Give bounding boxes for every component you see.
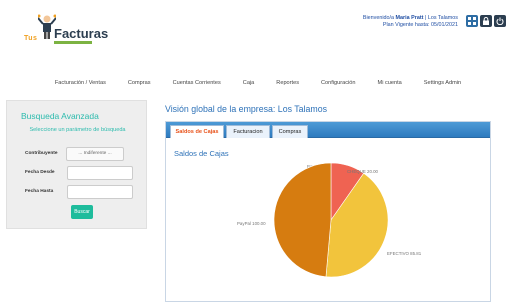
nav-mi-cuenta[interactable]: Mi cuenta — [367, 78, 413, 90]
plan-date: 05/01/2021 — [431, 22, 458, 28]
search-hint: Seleccione un parámetro de búsqueda — [29, 127, 126, 133]
nav-reportes[interactable]: Reportes — [265, 78, 310, 90]
tabs-container: Saldos de Cajas Facturacion Compras Sald… — [165, 121, 491, 302]
power-icon[interactable] — [494, 15, 506, 27]
logo-facturas-text: Facturas — [54, 26, 109, 41]
greeting-text: Bienvenido/a — [362, 15, 395, 21]
main-nav: Facturación / Ventas Compras Cuentas Cor… — [0, 78, 516, 90]
fecha-hasta-input[interactable] — [67, 185, 133, 199]
nav-settings-admin[interactable]: Settings Admin — [413, 78, 472, 90]
pie-slice-paypal[interactable] — [273, 162, 332, 278]
apps-icon[interactable] — [466, 15, 478, 27]
user-info: Bienvenido/a Maria Pratt | Los Talamos P… — [362, 15, 458, 28]
fecha-hasta-row: Fecha Hasta — [7, 185, 148, 199]
pie-label-cheque: CHEQUE 20.00 — [347, 169, 379, 174]
company-name: Los Talamos — [427, 15, 458, 21]
nav-facturacion[interactable]: Facturación / Ventas — [44, 78, 117, 90]
logo-bar — [54, 41, 92, 44]
pie-label-efectivo: EFECTIVO 85.81 — [387, 251, 422, 256]
buscar-button[interactable]: Buscar — [71, 205, 93, 219]
pie-label-paypal: PayPal 100.00 — [237, 221, 266, 226]
page-title: Visión global de la empresa: Los Talamos — [165, 104, 328, 114]
pie-chart: Banco 0.00CHEQUE 20.00EFECTIVO 85.81PayP… — [237, 162, 422, 278]
contribuyente-label: Contribuyente — [25, 151, 58, 156]
user-name[interactable]: Maria Pratt — [396, 15, 424, 21]
nav-compras[interactable]: Compras — [117, 78, 162, 90]
fecha-desde-row: Fecha Desde — [7, 166, 148, 180]
logo-tus-text: Tus — [24, 35, 38, 42]
app-logo: Tus Facturas — [24, 10, 108, 48]
header-icon-group — [466, 15, 506, 27]
contribuyente-row: Contribuyente ... Indiferente ... — [7, 147, 148, 161]
fecha-desde-label: Fecha Desde — [25, 170, 55, 175]
contribuyente-select[interactable]: ... Indiferente ... — [66, 147, 124, 161]
advanced-search-panel: Busqueda Avanzada Seleccione un parámetr… — [6, 100, 147, 229]
search-title: Busqueda Avanzada — [21, 111, 99, 121]
fecha-hasta-label: Fecha Hasta — [25, 189, 54, 194]
fecha-desde-input[interactable] — [67, 166, 133, 180]
nav-cuentas-corrientes[interactable]: Cuentas Corrientes — [162, 78, 232, 90]
lock-icon[interactable] — [480, 15, 492, 27]
nav-configuracion[interactable]: Configuración — [310, 78, 367, 90]
nav-caja[interactable]: Caja — [232, 78, 266, 90]
plan-label: Plan Vigente hasta: — [382, 22, 430, 28]
